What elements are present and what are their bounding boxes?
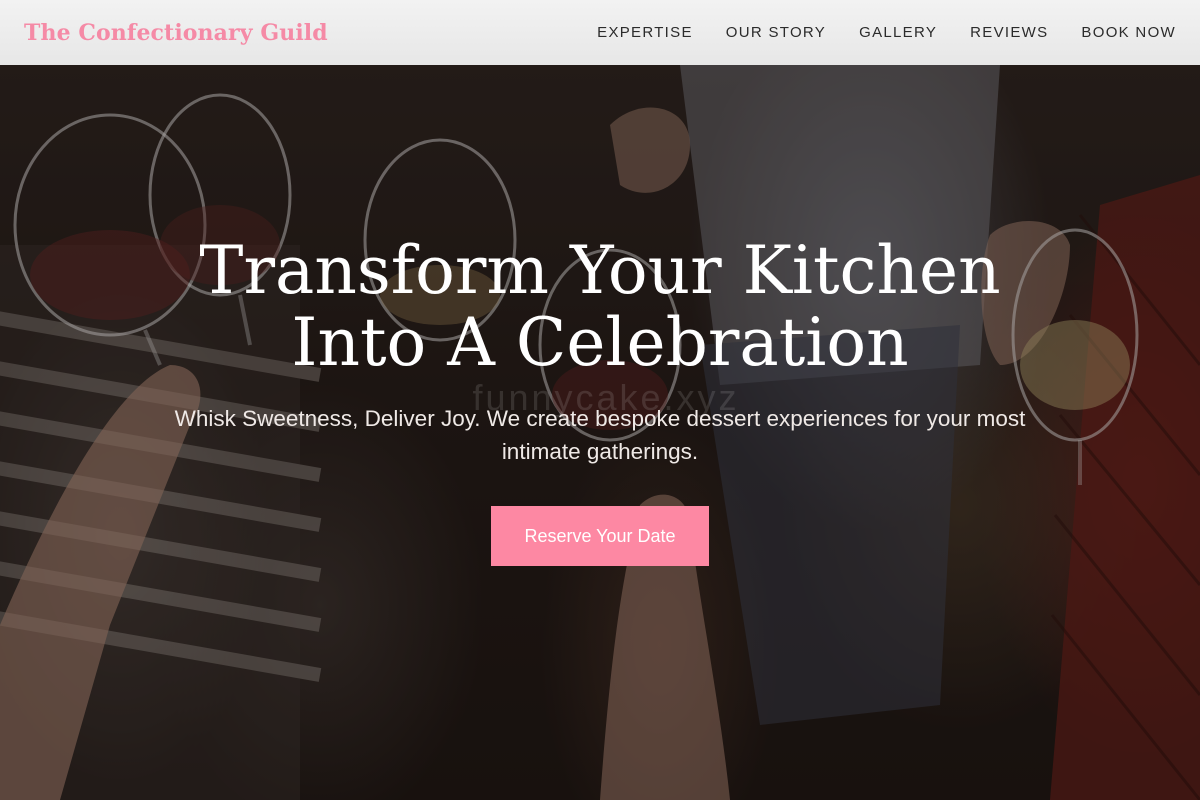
reserve-your-date-button[interactable]: Reserve Your Date xyxy=(491,506,709,566)
main-nav: EXPERTISE OUR STORY GALLERY REVIEWS BOOK… xyxy=(597,24,1176,41)
hero-section: Transform Your Kitchen Into A Celebratio… xyxy=(0,65,1200,800)
nav-link-expertise[interactable]: EXPERTISE xyxy=(597,24,693,41)
hero-title-line-2: Into A Celebration xyxy=(291,304,909,381)
nav-link-our-story[interactable]: OUR STORY xyxy=(726,24,826,41)
hero-subtitle: Whisk Sweetness, Deliver Joy. We create … xyxy=(174,406,1026,464)
brand-logo-link[interactable]: The Confectionary Guild xyxy=(24,20,328,46)
nav-link-book-now[interactable]: BOOK NOW xyxy=(1081,24,1176,41)
nav-link-gallery[interactable]: GALLERY xyxy=(859,24,937,41)
hero-title-line-1: Transform Your Kitchen xyxy=(199,232,1001,309)
site-header: The Confectionary Guild EXPERTISE OUR ST… xyxy=(0,0,1200,65)
hero-title: Transform Your Kitchen Into A Celebratio… xyxy=(100,235,1100,379)
nav-link-reviews[interactable]: REVIEWS xyxy=(970,24,1048,41)
